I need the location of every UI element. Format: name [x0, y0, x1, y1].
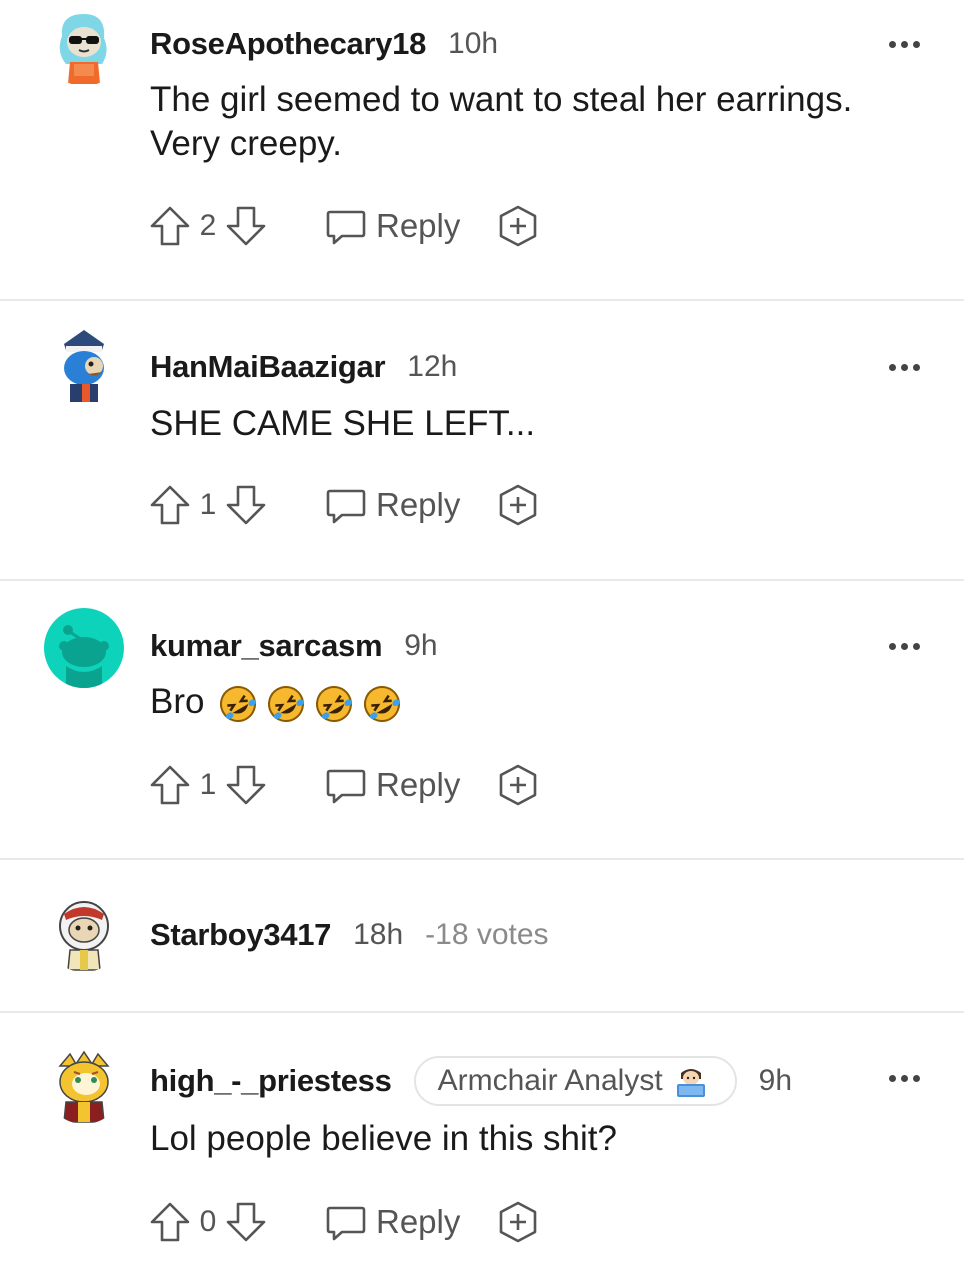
comment-divider — [0, 299, 964, 301]
comment-meta: kumar_sarcasm 9h — [150, 626, 438, 666]
comment-line: SHE CAME SHE LEFT... — [150, 404, 536, 443]
award-plus-icon[interactable] — [496, 1200, 540, 1244]
avatar[interactable] — [44, 608, 124, 688]
reply-label: Reply — [376, 486, 461, 523]
avatar[interactable] — [44, 6, 124, 86]
flair-text: Armchair Analyst — [437, 1064, 663, 1097]
snoo-avatar-captain-hat-icon — [44, 326, 124, 406]
timestamp: 10h — [448, 27, 499, 60]
comment-line: Bro — [150, 682, 205, 721]
speech-bubble-icon — [324, 204, 368, 248]
reply-button[interactable]: Reply — [324, 763, 460, 807]
upvote-arrow-icon[interactable] — [148, 483, 192, 527]
snoo-avatar-tiger-icon — [44, 1044, 124, 1124]
timestamp: 18h — [353, 918, 404, 951]
upvote-arrow-icon[interactable] — [148, 1200, 192, 1244]
username[interactable]: high_-_priestess — [150, 1063, 392, 1099]
vote-score: 0 — [199, 1205, 217, 1238]
comment-actions: 0 Reply — [148, 1198, 540, 1246]
speech-bubble-icon — [324, 483, 368, 527]
comment-actions: 1 Reply — [148, 761, 540, 809]
more-options-icon[interactable] — [889, 636, 920, 656]
comment-meta: high_-_priestess Armchair Analyst 9h — [150, 1056, 793, 1106]
comment-actions: 1 Reply — [148, 481, 540, 529]
avatar[interactable] — [44, 892, 124, 972]
reply-label: Reply — [376, 1203, 461, 1240]
comment-body: SHE CAME SHE LEFT... — [150, 402, 930, 446]
timestamp: 12h — [407, 350, 458, 383]
downvote-arrow-icon[interactable] — [224, 204, 268, 248]
comment-divider — [0, 1011, 964, 1013]
upvote-arrow-icon[interactable] — [148, 204, 192, 248]
award-plus-icon[interactable] — [496, 483, 540, 527]
technologist-emoji-icon — [673, 1063, 709, 1099]
comment-meta: HanMaiBaazigar 12h — [150, 347, 457, 387]
upvote-arrow-icon[interactable] — [148, 763, 192, 807]
username[interactable]: HanMaiBaazigar — [150, 349, 386, 385]
comment-body: The girl seemed to want to steal her ear… — [150, 78, 930, 166]
reply-button[interactable]: Reply — [324, 204, 460, 248]
downvote-arrow-icon[interactable] — [224, 763, 268, 807]
vote-score: 1 — [199, 488, 217, 521]
comment-meta: Starboy3417 18h -18 votes — [150, 915, 549, 955]
award-plus-icon[interactable] — [496, 204, 540, 248]
speech-bubble-icon — [324, 1200, 368, 1244]
username[interactable]: Starboy3417 — [150, 917, 331, 953]
comment-line: Very creepy. — [150, 124, 342, 163]
timestamp: 9h — [404, 629, 438, 662]
reply-label: Reply — [376, 766, 461, 803]
comment-meta: RoseApothecary18 10h — [150, 24, 498, 64]
downvote-arrow-icon[interactable] — [224, 483, 268, 527]
comment-divider — [0, 579, 964, 581]
reply-button[interactable]: Reply — [324, 1200, 460, 1244]
snoo-avatar-sunglasses-icon — [44, 6, 124, 86]
speech-bubble-icon — [324, 763, 368, 807]
snoo-avatar-parka-icon — [44, 892, 124, 972]
rofl-emoji-icon — [316, 685, 353, 722]
downvote-arrow-icon[interactable] — [224, 1200, 268, 1244]
username[interactable]: kumar_sarcasm — [150, 628, 383, 664]
vote-score: 1 — [199, 768, 217, 801]
reply-label: Reply — [376, 207, 461, 244]
comment-divider — [0, 858, 964, 860]
comment-line: Lol people believe in this shit? — [150, 1119, 617, 1158]
user-flair: Armchair Analyst — [413, 1056, 737, 1106]
rofl-emoji-icon — [268, 685, 305, 722]
username[interactable]: RoseApothecary18 — [150, 26, 426, 62]
comment-body: Bro — [150, 680, 930, 724]
comment-actions: 2 Reply — [148, 202, 540, 250]
collapsed-votes-note: -18 votes — [425, 918, 549, 951]
comment-body: Lol people believe in this shit? — [150, 1117, 930, 1161]
rofl-emoji-icon — [220, 685, 257, 722]
vote-score: 2 — [199, 209, 217, 242]
timestamp: 9h — [758, 1064, 793, 1097]
reply-button[interactable]: Reply — [324, 483, 460, 527]
default-snoo-avatar-icon — [44, 608, 124, 688]
avatar[interactable] — [44, 326, 124, 406]
more-options-icon[interactable] — [889, 357, 920, 377]
award-plus-icon[interactable] — [496, 763, 540, 807]
rofl-emoji-icon — [364, 685, 401, 722]
emoji-group — [218, 684, 402, 724]
avatar[interactable] — [44, 1044, 124, 1124]
comment-line: The girl seemed to want to steal her ear… — [150, 80, 853, 119]
more-options-icon[interactable] — [889, 1068, 920, 1088]
more-options-icon[interactable] — [889, 34, 920, 54]
